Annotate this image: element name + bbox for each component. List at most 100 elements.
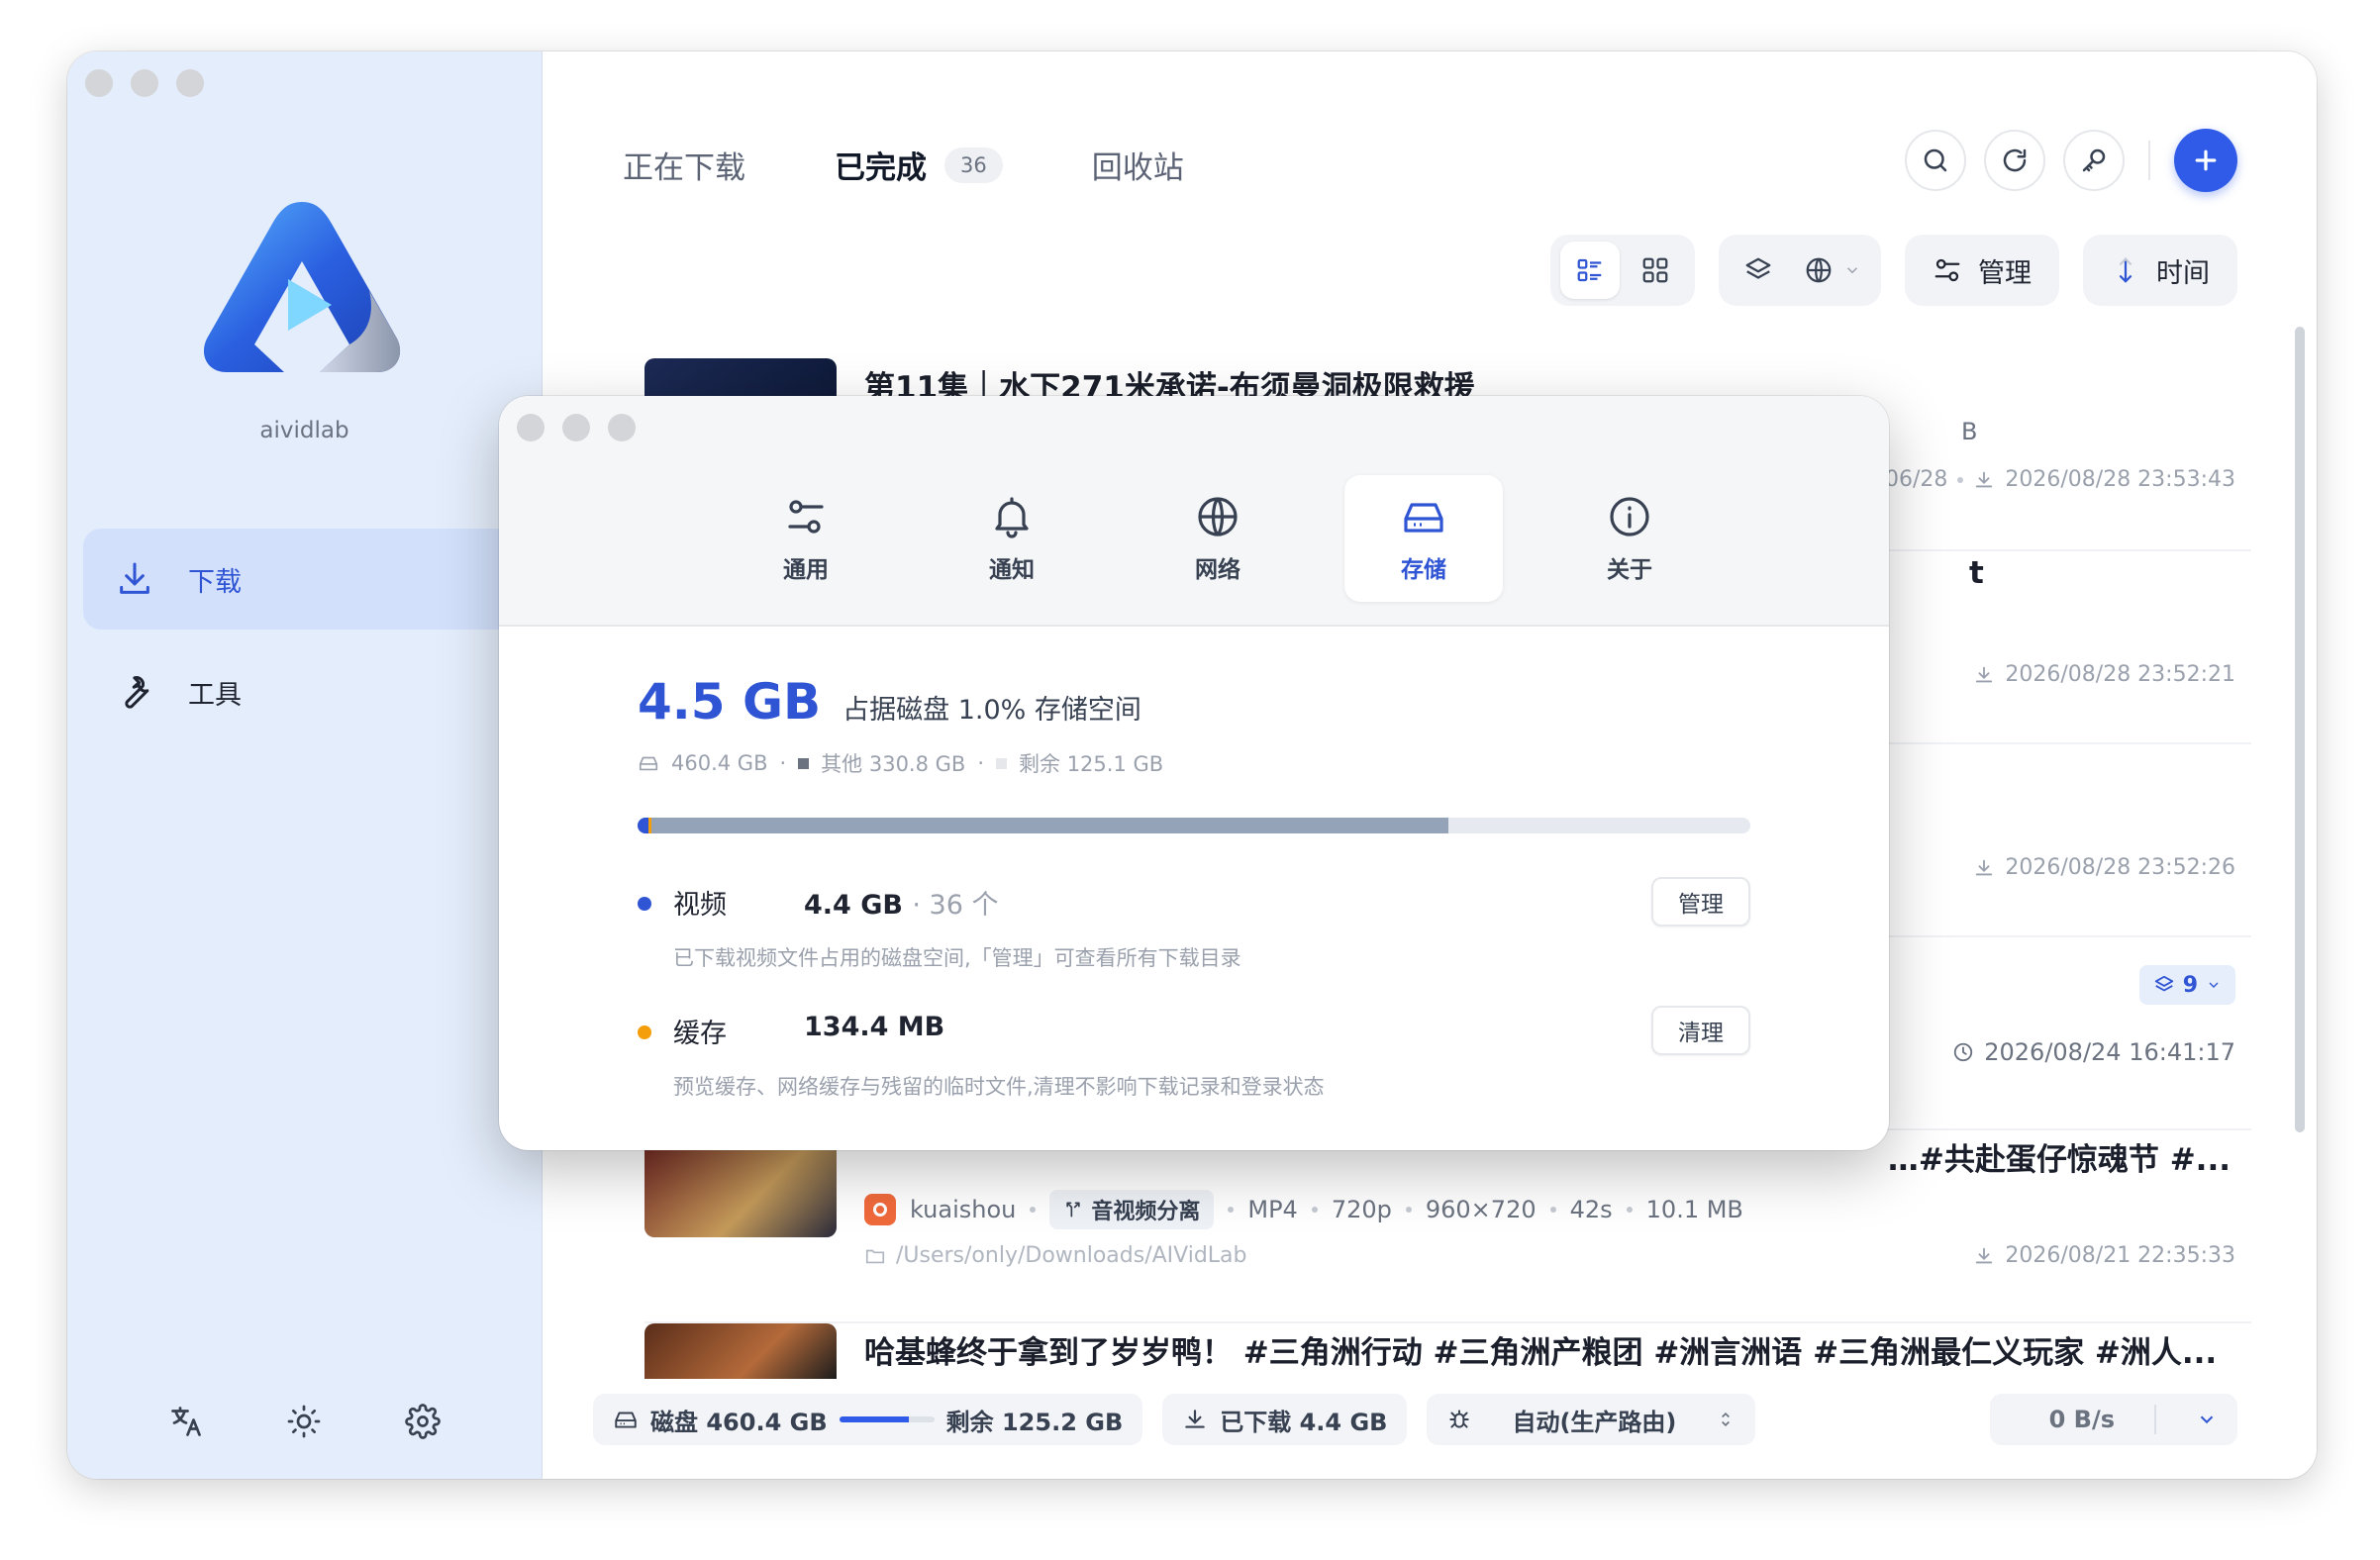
gear-icon[interactable]: [405, 1404, 441, 1439]
layers-filter-button[interactable]: [1729, 242, 1788, 299]
refresh-icon: [2003, 148, 2027, 172]
format: MP4: [1247, 1196, 1298, 1223]
download-icon: [1185, 1410, 1205, 1428]
minimize-dialog-button[interactable]: [562, 414, 590, 441]
tab-notifications[interactable]: 通知: [933, 475, 1091, 602]
layers-icon: [2154, 975, 2173, 992]
disk-usage-bar: [839, 1416, 935, 1422]
list-item[interactable]: …#共赴蛋仔惊魂节 #... kuaishou 音视频分离 MP4 720p 9…: [645, 1130, 2251, 1323]
sidebar-item-label: 工具: [188, 679, 242, 711]
file-path[interactable]: /Users/only/Downloads/AIVidLab: [864, 1243, 1247, 1268]
downloaded-status: 已下载 4.4 GB: [1162, 1394, 1408, 1445]
tab-downloading[interactable]: 正在下载: [623, 143, 745, 187]
route-selector[interactable]: 自动(生产路由): [1427, 1394, 1756, 1445]
sort-button[interactable]: 时间: [2083, 235, 2237, 306]
video-title: t: [1969, 555, 1984, 591]
resolution: 960×720: [1425, 1196, 1537, 1223]
split-tag: 音视频分离: [1049, 1190, 1215, 1229]
date-text: 2026/08/28 23:52:21: [2005, 662, 2235, 687]
path-text: /Users/only/Downloads/AIVidLab: [896, 1243, 1247, 1268]
key-button[interactable]: [2063, 130, 2125, 191]
layers-count: 9: [2182, 972, 2198, 998]
list-view-button[interactable]: [1560, 242, 1620, 299]
dialog-window-controls[interactable]: [517, 414, 636, 441]
zoom-window-button[interactable]: [176, 69, 204, 97]
cache-color-dot: [638, 1025, 651, 1039]
brand-name: aividlab: [259, 418, 349, 443]
count-badge: 36: [944, 146, 1003, 183]
settings-tabs: 通用 通知 网络 存储 关于: [727, 475, 1709, 602]
free-legend-swatch: [996, 757, 1008, 769]
download-date: 2026/08/28 23:52:21: [1973, 662, 2235, 687]
globe-icon: [1806, 257, 1832, 283]
cache-usage-fill: [647, 818, 652, 833]
video-thumbnail: [645, 1323, 837, 1379]
separator-dot: [1626, 1207, 1633, 1213]
settings-header: 通用 通知 网络 存储 关于: [499, 396, 1889, 627]
search-button[interactable]: [1905, 130, 1966, 191]
view-toggle: [1550, 235, 1695, 306]
layers-count-badge[interactable]: 9: [2138, 965, 2235, 1005]
hard-drive-icon: [639, 756, 658, 771]
total-used: 4.5 GB: [638, 673, 822, 731]
manage-videos-button[interactable]: 管理: [1651, 877, 1750, 926]
separator-dot: [1311, 1207, 1318, 1213]
tab-label: 网络: [1195, 557, 1240, 583]
settings-dialog: 通用 通知 网络 存储 关于 4.5 GB 占据磁盘 1.0% 存储空间 460…: [499, 396, 1889, 1150]
sidebar-footer: [67, 1404, 542, 1439]
sidebar-item-download[interactable]: 下载: [83, 529, 527, 630]
video-usage-fill: [638, 818, 648, 833]
tag-label: 音视频分离: [1091, 1200, 1201, 1224]
chevron-down-icon: [2200, 1415, 2214, 1424]
tab-completed[interactable]: 已完成 36: [835, 143, 1003, 187]
search-icon: [1924, 148, 1947, 172]
bug-icon: [1449, 1410, 1470, 1428]
site-filter-dropdown[interactable]: [1794, 242, 1871, 299]
minimize-window-button[interactable]: [131, 69, 158, 97]
window-controls[interactable]: [85, 69, 204, 97]
download-icon: [1976, 666, 1993, 682]
sidebar-item-tools[interactable]: 工具: [83, 641, 527, 742]
add-download-button[interactable]: [2174, 129, 2237, 192]
tab-storage[interactable]: 存储: [1344, 475, 1503, 602]
tab-about[interactable]: 关于: [1550, 475, 1709, 602]
video-count: · 36 个: [912, 890, 999, 921]
sun-icon[interactable]: [286, 1404, 322, 1439]
sliders-icon: [1934, 258, 1960, 282]
storage-summary: 4.5 GB 占据磁盘 1.0% 存储空间: [638, 673, 1750, 731]
translate-icon[interactable]: [168, 1404, 204, 1439]
manage-button[interactable]: 管理: [1905, 235, 2059, 306]
clear-cache-button[interactable]: 清理: [1651, 1006, 1750, 1055]
duration: 42s: [1569, 1196, 1613, 1223]
grid-view-button[interactable]: [1626, 242, 1685, 299]
downloaded-label: 已下载 4.4 GB: [1220, 1408, 1388, 1436]
separator: ·: [977, 751, 985, 775]
close-dialog-button[interactable]: [517, 414, 545, 441]
chevron-down-icon: [1846, 267, 1858, 274]
item-hint: 已下载视频文件占用的磁盘空间,「管理」可查看所有下载目录: [673, 946, 1241, 970]
tab-network[interactable]: 网络: [1139, 475, 1297, 602]
disk-total: 460.4 GB: [671, 751, 768, 775]
separator-dot: [1957, 476, 1964, 483]
separator-dot: [1228, 1207, 1235, 1213]
video-title: 哈基蜂终于拿到了岁岁鸭！ #三角洲行动 #三角洲产粮团 #洲言洲语 #三角洲最仁…: [864, 1335, 2218, 1371]
tab-general[interactable]: 通用: [727, 475, 885, 602]
download-icon: [1976, 1247, 1993, 1263]
plus-icon: [2195, 149, 2217, 171]
sliders-icon: [788, 500, 824, 534]
status-bar: 磁盘 460.4 GB 剩余 125.2 GB 已下载 4.4 GB 自动(生产…: [593, 1390, 2237, 1449]
refresh-button[interactable]: [1984, 130, 2045, 191]
sidebar-item-label: 下载: [188, 566, 242, 598]
date-text: 2026/08/28 23:52:26: [2005, 855, 2235, 880]
download-icon: [120, 562, 149, 594]
close-window-button[interactable]: [85, 69, 113, 97]
zoom-dialog-button[interactable]: [608, 414, 636, 441]
globe-icon: [1198, 497, 1238, 536]
sort-label: 时间: [2156, 257, 2210, 289]
speed-indicator[interactable]: 0 B/s: [1989, 1394, 2237, 1445]
top-actions: [1905, 129, 2237, 192]
item-hint: 预览缓存、网络缓存与残留的临时文件,清理不影响下载记录和登录状态: [673, 1075, 1325, 1099]
tab-recycle-bin[interactable]: 回收站: [1092, 143, 1184, 187]
list-scrollbar[interactable]: [2295, 327, 2305, 1132]
download-icon: [1976, 859, 1993, 875]
